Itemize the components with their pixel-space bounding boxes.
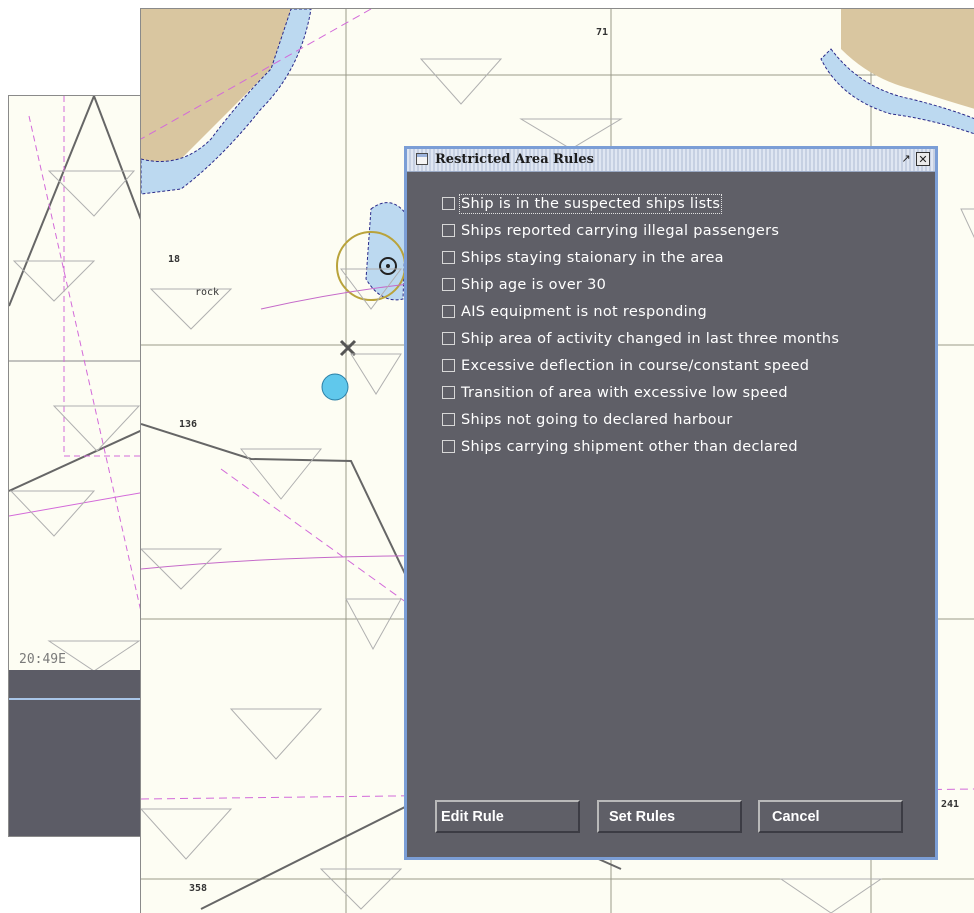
rule-checkbox[interactable] [442,359,455,372]
rule-label: Transition of area with excessive low sp… [461,384,788,401]
rule-item[interactable]: Ships carrying shipment other than decla… [442,433,839,460]
edit-rule-button[interactable]: Edit Rule [435,800,580,833]
dialog-titlebar[interactable]: Restricted Area Rules ↗ ✕ [407,149,935,172]
restricted-area-rules-dialog: Restricted Area Rules ↗ ✕ Ship is in the… [404,146,938,860]
depth-label: 136 [179,419,198,430]
rule-item[interactable]: Excessive deflection in course/constant … [442,352,839,379]
rule-checkbox[interactable] [442,251,455,264]
rule-item[interactable]: Ship age is over 30 [442,271,839,298]
rule-checkbox[interactable] [442,440,455,453]
rule-item[interactable]: Ships staying staionary in the area [442,244,839,271]
rule-item[interactable]: Transition of area with excessive low sp… [442,379,839,406]
depth-label: 358 [189,883,208,894]
rule-label: Ships reported carrying illegal passenge… [461,222,780,239]
window-icon [416,153,428,165]
depth-label: 18 [168,254,181,265]
set-rules-button[interactable]: Set Rules [597,800,742,833]
rule-label: AIS equipment is not responding [461,303,707,320]
status-panel [9,670,151,836]
rule-checkbox[interactable] [442,305,455,318]
depth-label: 71 [596,27,609,38]
depth-label: rock [195,287,220,298]
background-chart-window: 20:49E [8,95,152,837]
rule-label: Ships staying staionary in the area [461,249,724,266]
rules-list: Ship is in the suspected ships lists Shi… [442,190,839,460]
rule-label: Ships not going to declared harbour [461,411,733,428]
rule-checkbox[interactable] [442,413,455,426]
coordinate-label: 20:49E [19,652,66,667]
cancel-button[interactable]: Cancel [758,800,903,833]
rule-checkbox[interactable] [442,386,455,399]
rule-label: Ship is in the suspected ships lists [458,193,723,214]
rule-item[interactable]: Ships not going to declared harbour [442,406,839,433]
rule-item[interactable]: Ship is in the suspected ships lists [442,190,839,217]
rule-label: Ship age is over 30 [461,276,607,293]
depth-label: 241 [941,799,960,810]
rule-checkbox[interactable] [442,224,455,237]
rule-label: Ship area of activity changed in last th… [461,330,840,347]
rule-checkbox[interactable] [442,332,455,345]
restore-icon[interactable]: ↗ [899,152,913,166]
rule-checkbox[interactable] [442,278,455,291]
rule-checkbox[interactable] [442,197,455,210]
rule-label: Ships carrying shipment other than decla… [461,438,798,455]
rule-label: Excessive deflection in course/constant … [461,357,810,374]
dialog-title: Restricted Area Rules [435,152,594,167]
rule-item[interactable]: Ships reported carrying illegal passenge… [442,217,839,244]
rule-item[interactable]: AIS equipment is not responding [442,298,839,325]
close-icon[interactable]: ✕ [916,152,930,166]
rule-item[interactable]: Ship area of activity changed in last th… [442,325,839,352]
status-panel-divider [9,698,151,700]
